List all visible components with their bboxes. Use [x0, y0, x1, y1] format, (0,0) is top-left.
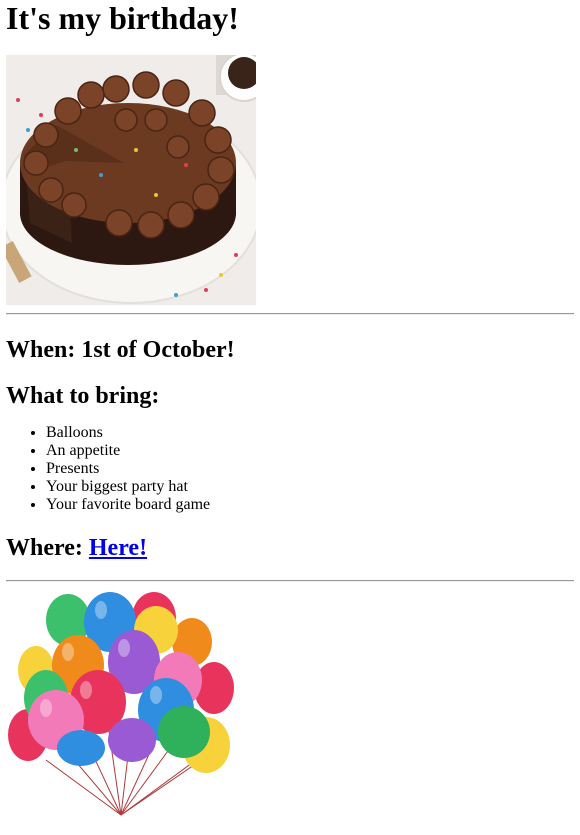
birthday-page: It's my birthday! When: 1st of October! …	[0, 0, 580, 818]
location-label: Where:	[6, 535, 89, 561]
event-date: When: 1st of October!	[6, 337, 235, 363]
location-heading: Where: Here!	[6, 534, 574, 562]
list-item: Presents	[46, 460, 574, 478]
divider	[6, 580, 574, 582]
list-item: Balloons	[46, 424, 574, 442]
bring-list: Balloons An appetite Presents Your bigge…	[6, 424, 574, 514]
cake-image	[6, 55, 256, 305]
balloons-image	[8, 592, 234, 816]
bring-list-heading: What to bring:	[6, 383, 160, 409]
list-item: An appetite	[46, 442, 574, 460]
list-item: Your favorite board game	[46, 496, 574, 514]
location-link[interactable]: Here!	[89, 535, 147, 561]
list-item: Your biggest party hat	[46, 478, 574, 496]
page-title: It's my birthday!	[6, 0, 239, 36]
divider	[6, 313, 574, 315]
